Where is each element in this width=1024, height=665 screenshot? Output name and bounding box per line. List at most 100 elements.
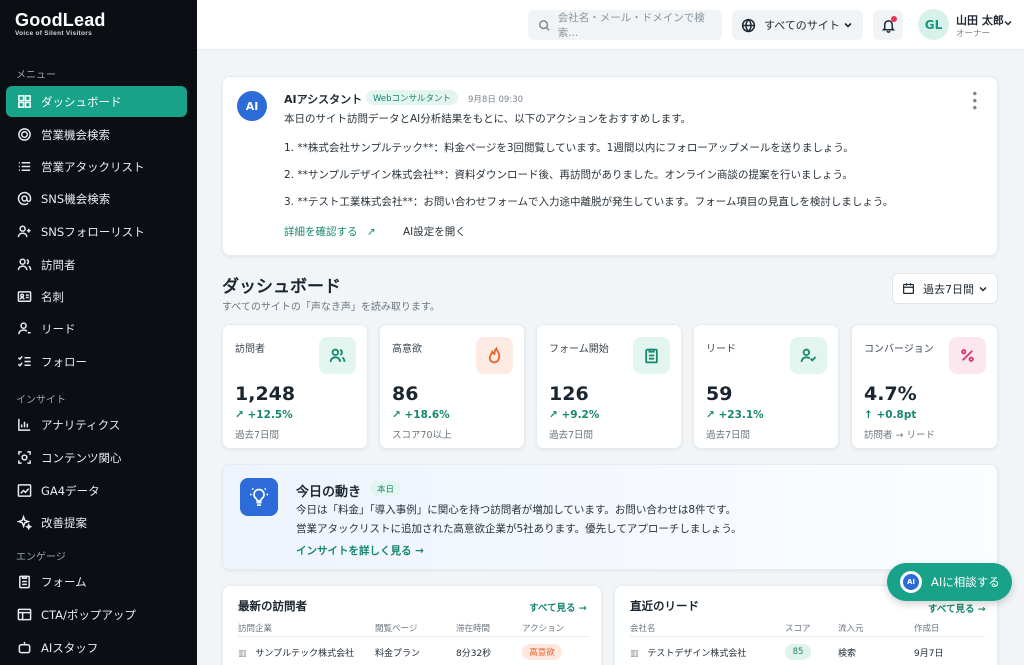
list-icon <box>16 159 32 175</box>
period-selector[interactable]: 過去7日間 <box>892 273 998 304</box>
kpi-card-leads[interactable]: リード 59 ↗ +23.1% 過去7日間 <box>693 324 839 449</box>
period-label: 過去7日間 <box>923 282 974 296</box>
chevron-down-icon[interactable] <box>1003 18 1013 28</box>
kpi-value: 126 <box>549 383 589 405</box>
view-all-link[interactable]: すべて見る → <box>529 600 587 614</box>
user-icon <box>16 321 32 337</box>
sidebar-item-dashboard[interactable]: ダッシュボード <box>6 86 187 117</box>
ask-ai-button[interactable]: AI AIに相談する <box>887 563 1012 601</box>
kpi-value: 1,248 <box>235 383 296 405</box>
section-title: 最新の訪問者 <box>238 599 307 613</box>
search-icon <box>539 19 550 31</box>
users-icon <box>329 348 346 362</box>
notification-button[interactable] <box>873 10 903 40</box>
sidebar-item-label: CTA/ポップアップ <box>41 607 136 622</box>
sidebar-item-business-cards[interactable]: 名刺 <box>6 281 187 312</box>
sidebar-item-cta-popup[interactable]: CTA/ポップアップ <box>6 599 187 630</box>
kpi-card-form-start[interactable]: フォーム開始 126 ↗ +9.2% 過去7日間 <box>536 324 682 449</box>
status-badge: 高意欲 <box>522 644 562 660</box>
sidebar-item-ai-staff[interactable]: AIスタッフ <box>6 632 187 663</box>
column-header: 作成日 <box>914 624 940 634</box>
sidebar-item-label: フォーム <box>41 574 87 589</box>
logo[interactable]: GoodLead Voice of Silent Visitors <box>15 10 106 37</box>
sidebar-item-label: ダッシュボード <box>41 94 122 109</box>
sidebar-item-leads[interactable]: リード <box>6 313 187 344</box>
lightbulb-icon <box>240 478 278 516</box>
sidebar-item-label: 改善提案 <box>41 515 87 530</box>
sidebar-item-label: SNSフォローリスト <box>41 224 145 239</box>
building-icon: ▥ <box>238 649 247 659</box>
clipboard-icon <box>16 574 32 590</box>
kpi-value: 59 <box>706 383 733 405</box>
ai-timestamp: 9月8日 09:30 <box>468 95 524 105</box>
sidebar-item-label: 名刺 <box>41 289 64 304</box>
view-all-link[interactable]: すべて見る → <box>928 601 986 615</box>
search-input[interactable]: 会社名・メール・ドメインで検索... <box>528 10 722 40</box>
column-header: アクション <box>522 624 565 634</box>
percent-icon <box>961 349 974 362</box>
arrow-up-icon: ↑ <box>864 409 873 421</box>
insight-details-link[interactable]: インサイトを詳しく見る → <box>296 543 424 558</box>
section-label-menu: メニュー <box>16 70 56 81</box>
grid-icon <box>16 94 32 110</box>
kpi-note: 訪問者 → リード <box>864 430 935 441</box>
kpi-value: 86 <box>392 383 419 405</box>
sidebar-item-sns-search[interactable]: SNS機会検索 <box>6 183 187 214</box>
site-selector[interactable]: すべてのサイト <box>732 10 863 40</box>
kpi-note: スコア70以上 <box>392 430 452 441</box>
sidebar-item-forms[interactable]: フォーム <box>6 566 187 597</box>
sidebar-item-sns-follow[interactable]: SNSフォローリスト <box>6 216 187 247</box>
sidebar-item-label: SNS機会検索 <box>41 191 111 206</box>
sidebar-item-label: コンテンツ関心 <box>41 450 122 465</box>
kpi-card-visitors[interactable]: 訪問者 1,248 ↗ +12.5% 過去7日間 <box>222 324 368 449</box>
today-title: 今日の動き <box>296 485 362 500</box>
sparkle-icon <box>16 515 32 531</box>
ai-intro: 本日のサイト訪問データとAI分析結果をもとに、以下のアクションをおすすめします。 <box>284 113 692 125</box>
view-details-link[interactable]: 詳細を確認する ↗ <box>284 224 376 239</box>
sidebar-item-label: 営業アタックリスト <box>41 159 145 174</box>
sidebar-item-analytics[interactable]: アナリティクス <box>6 409 187 440</box>
score-badge: 85 <box>785 644 811 660</box>
column-header: 会社名 <box>630 624 656 634</box>
kpi-label: フォーム開始 <box>549 344 609 355</box>
user-role: オーナー <box>956 29 991 39</box>
sidebar-item-follow[interactable]: フォロー <box>6 346 187 377</box>
table-row[interactable]: ▥ テストデザイン株式会社 <box>630 646 746 659</box>
ai-avatar: AI <box>237 91 267 121</box>
today-summary: 営業アタックリストに追加された高意欲企業が5社あります。優先してアプローチしまし… <box>296 523 742 535</box>
avatar[interactable]: GL <box>918 9 949 40</box>
ai-recommendation: 1. **株式会社サンプルテック**：料金ページを3回閲覧しています。1週間以内… <box>284 142 854 154</box>
more-vertical-icon[interactable]: ••• <box>967 90 981 111</box>
chevron-down-icon <box>844 22 852 28</box>
sidebar-item-visitors[interactable]: 訪問者 <box>6 249 187 280</box>
kpi-note: 過去7日間 <box>235 430 280 441</box>
window-icon <box>16 607 32 623</box>
kpi-card-conversion[interactable]: コンバージョン 4.7% ↑ +0.8pt 訪問者 → リード <box>851 324 998 449</box>
sidebar: GoodLead Voice of Silent Visitors メニュー ダ… <box>0 0 197 665</box>
sidebar-item-improvements[interactable]: 改善提案 <box>6 507 187 538</box>
kpi-value: 4.7% <box>864 383 917 405</box>
view-details-label: 詳細を確認する <box>284 226 358 238</box>
today-badge: 本日 <box>370 481 401 496</box>
flame-icon <box>488 347 501 364</box>
trend-up-icon: ↗ <box>235 409 244 421</box>
kpi-label: 訪問者 <box>235 344 265 355</box>
kpi-card-high-intent[interactable]: 高意欲 86 ↗ +18.6% スコア70以上 <box>379 324 525 449</box>
sidebar-item-attack-list[interactable]: 営業アタックリスト <box>6 151 187 182</box>
kpi-label: リード <box>706 344 736 355</box>
sidebar-item-opportunity-search[interactable]: 営業機会検索 <box>6 119 187 150</box>
sidebar-item-ga4[interactable]: GA4データ <box>6 475 187 506</box>
users-icon <box>16 257 32 273</box>
table-row[interactable]: ▥ サンプルテック株式会社 <box>238 646 354 659</box>
lead-company: テストデザイン株式会社 <box>647 649 747 659</box>
kpi-change: ↗ +18.6% <box>392 409 450 421</box>
search-placeholder: 会社名・メール・ドメインで検索... <box>557 12 705 39</box>
trend-up-icon: ↗ <box>392 409 401 421</box>
sidebar-item-content-interest[interactable]: コンテンツ関心 <box>6 442 187 473</box>
ai-assistant-card: AI AIアシスタント Webコンサルタント 9月8日 09:30 ••• 本日… <box>222 76 998 256</box>
ai-settings-link[interactable]: AI設定を開く <box>403 224 466 239</box>
kpi-note: 過去7日間 <box>706 430 751 441</box>
column-header: 滞在時間 <box>456 624 491 634</box>
user-name[interactable]: 山田 太郎 <box>956 12 1004 28</box>
ai-recommendation: 3. **テスト工業株式会社**：お問い合わせフォームで入力途中離脱が発生してい… <box>284 196 894 208</box>
